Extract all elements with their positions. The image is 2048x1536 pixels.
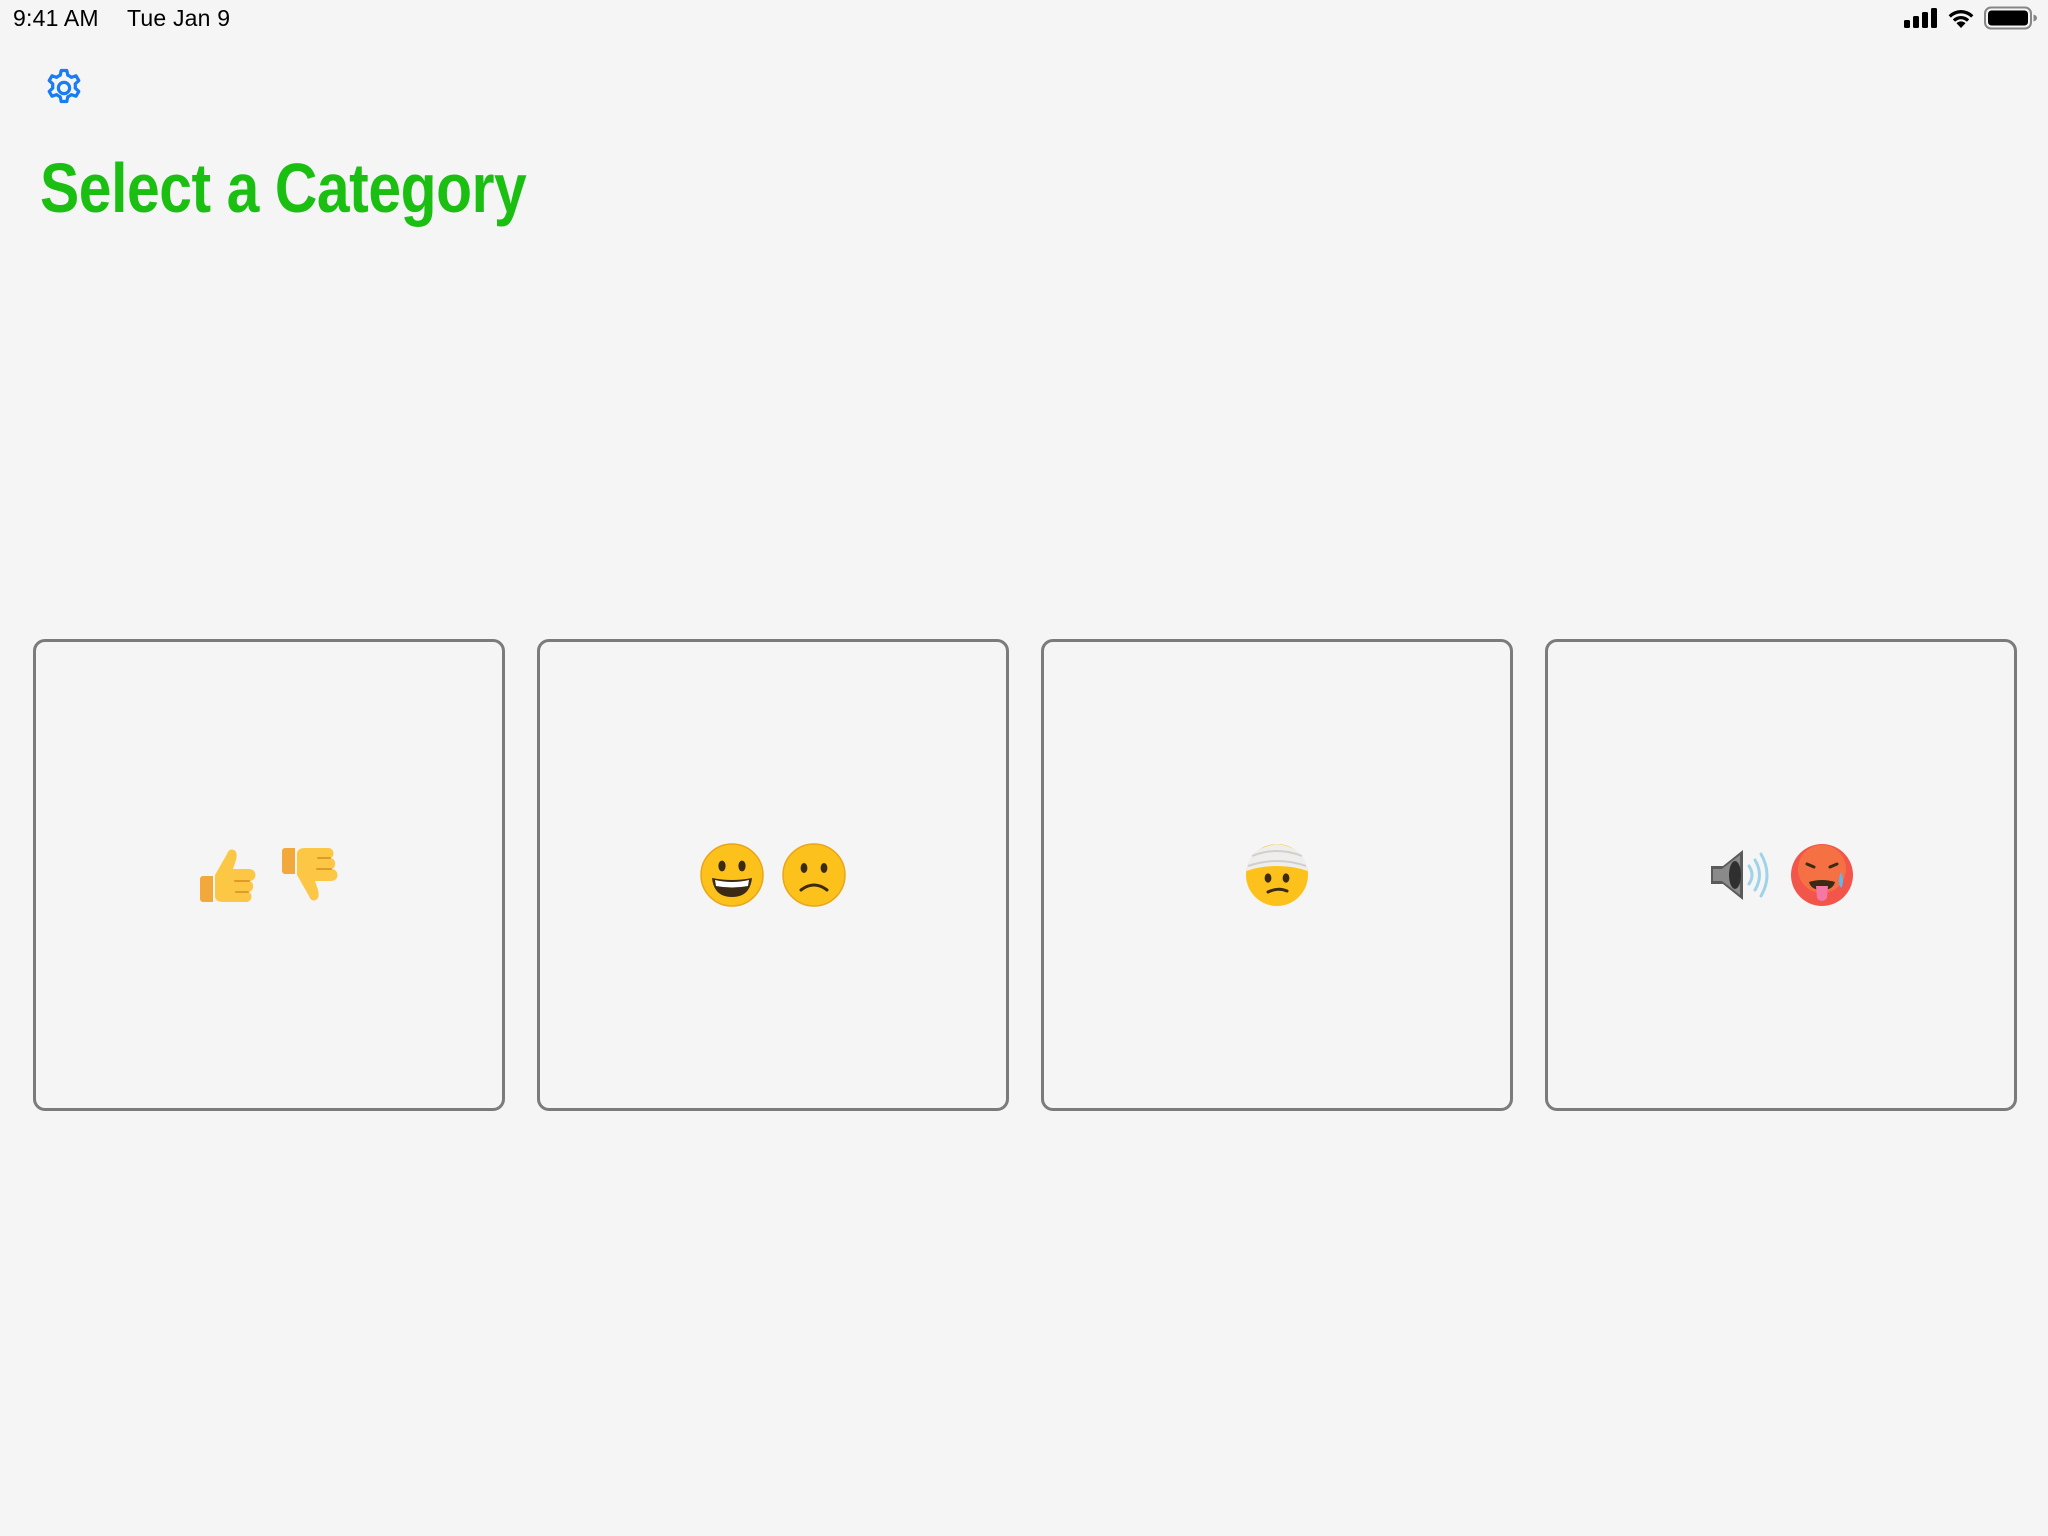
status-date: Tue Jan 9 bbox=[127, 5, 231, 31]
settings-button[interactable] bbox=[40, 66, 88, 114]
page-title: Select a Category bbox=[40, 149, 527, 227]
status-indicators bbox=[1904, 6, 2038, 35]
head-bandage-face-icon bbox=[1243, 841, 1311, 909]
frowning-face-icon bbox=[780, 841, 848, 909]
status-bar: 9:41 AM Tue Jan 9 bbox=[0, 0, 2048, 40]
hot-face-icon bbox=[1788, 841, 1856, 909]
status-time: 9:41 AM bbox=[13, 5, 99, 31]
category-grid bbox=[33, 639, 2017, 1111]
wifi-icon bbox=[1946, 7, 1976, 34]
speaker-loud-icon bbox=[1706, 841, 1774, 909]
thumbs-up-icon bbox=[194, 841, 262, 909]
battery-icon bbox=[1984, 6, 2038, 35]
category-card-injury[interactable] bbox=[1041, 639, 1513, 1111]
gear-icon bbox=[43, 67, 85, 114]
cellular-signal-icon bbox=[1904, 7, 1938, 33]
grinning-face-icon bbox=[698, 841, 766, 909]
app-screen: 9:41 AM Tue Jan 9 Select a Category bbox=[0, 0, 2048, 1536]
category-card-faces[interactable] bbox=[537, 639, 1009, 1111]
category-card-senses[interactable] bbox=[1545, 639, 2017, 1111]
thumbs-down-icon bbox=[276, 841, 344, 909]
category-card-thumbs[interactable] bbox=[33, 639, 505, 1111]
